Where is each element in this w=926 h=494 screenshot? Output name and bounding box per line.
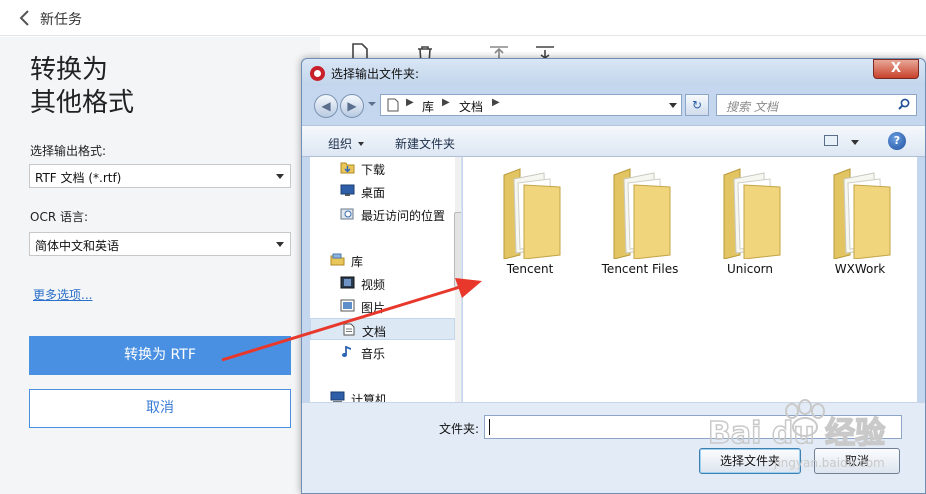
move-down-icon[interactable] bbox=[535, 45, 555, 59]
refresh-icon[interactable]: ↻ bbox=[685, 94, 709, 116]
close-button[interactable]: X bbox=[873, 59, 919, 79]
nav-item-libraries[interactable]: 库 bbox=[310, 249, 455, 271]
ocr-language-value: 简体中文和英语 bbox=[35, 239, 120, 253]
nav-label: 视频 bbox=[361, 278, 386, 292]
move-up-icon[interactable] bbox=[489, 45, 509, 59]
nav-item-recent-places[interactable]: 最近访问的位置 bbox=[310, 203, 455, 225]
back-icon[interactable]: ◀ bbox=[314, 94, 338, 118]
folder-name: Tencent Files bbox=[601, 262, 679, 276]
chevron-down-icon bbox=[358, 142, 365, 146]
folder-item[interactable]: Tencent Files bbox=[590, 157, 690, 287]
recent-places-icon bbox=[340, 208, 354, 220]
nav-item-downloads[interactable]: 下载 bbox=[310, 157, 455, 179]
nav-item-computer[interactable]: 计算机 bbox=[310, 387, 455, 402]
chevron-down-icon bbox=[276, 174, 284, 179]
folder-icon bbox=[613, 168, 671, 259]
nav-label: 下载 bbox=[361, 163, 386, 177]
desktop-icon bbox=[340, 184, 355, 196]
page-title: 新任务 bbox=[40, 12, 82, 28]
panel-headline: 转换为 其他格式 bbox=[30, 54, 134, 120]
ocr-language-select[interactable]: 简体中文和英语 bbox=[29, 232, 291, 256]
search-icon[interactable] bbox=[898, 98, 910, 110]
headline-line-1: 转换为 bbox=[30, 55, 109, 85]
output-format-label: 选择输出格式: bbox=[30, 144, 107, 158]
address-row: ◀ ▶ ▶ 库 ▶ 文档 ▶ ↻ 搜索 文档 bbox=[302, 86, 925, 124]
address-bar[interactable]: ▶ 库 ▶ 文档 ▶ bbox=[380, 94, 682, 116]
organize-label: 组织 bbox=[328, 137, 353, 151]
folder-name: Tencent bbox=[506, 262, 554, 276]
nav-label: 音乐 bbox=[361, 347, 386, 361]
breadcrumb-separator-icon: ▶ bbox=[492, 97, 500, 108]
address-dropdown-icon[interactable] bbox=[669, 103, 677, 108]
folder-field-label: 文件夹: bbox=[439, 422, 480, 436]
app-header: 新任务 bbox=[0, 0, 926, 36]
command-bar: 组织 新建文件夹 ? bbox=[302, 125, 925, 157]
output-format-select[interactable]: RTF 文档 (*.rtf) bbox=[29, 164, 291, 188]
folder-name: Unicorn bbox=[727, 262, 773, 276]
folder-item[interactable]: Tencent bbox=[480, 157, 580, 287]
folder-item[interactable]: Unicorn bbox=[700, 157, 800, 287]
video-icon bbox=[340, 276, 355, 289]
computer-icon bbox=[330, 391, 345, 402]
pictures-icon bbox=[340, 299, 355, 312]
folder-icon bbox=[833, 168, 891, 259]
recent-locations-dropdown-icon[interactable] bbox=[368, 102, 376, 106]
nav-label: 桌面 bbox=[361, 186, 386, 200]
organize-menu[interactable]: 组织 bbox=[328, 135, 365, 152]
search-input[interactable]: 搜索 文档 bbox=[716, 94, 917, 116]
nav-item-documents[interactable]: 文档 bbox=[310, 318, 455, 340]
document-icon bbox=[387, 98, 399, 112]
ocr-language-label: OCR 语言: bbox=[30, 210, 89, 224]
scroll-thumb[interactable] bbox=[454, 212, 461, 287]
help-icon[interactable]: ? bbox=[888, 132, 906, 150]
change-view-icon[interactable] bbox=[824, 135, 838, 146]
chevron-down-icon bbox=[276, 242, 284, 247]
folder-icon bbox=[723, 168, 781, 259]
back-arrow-icon[interactable] bbox=[18, 9, 32, 27]
watermark-url: jingyan.baidu.com bbox=[773, 456, 885, 470]
navigation-pane: 下载 桌面 最近访问的位置 库 视频 图片 文档 音乐 计算机 bbox=[310, 157, 462, 402]
music-icon bbox=[342, 346, 351, 357]
new-folder-button[interactable]: 新建文件夹 bbox=[395, 135, 455, 152]
nav-label: 图片 bbox=[361, 301, 386, 315]
forward-icon[interactable]: ▶ bbox=[340, 94, 364, 118]
cancel-button[interactable]: 取消 bbox=[29, 389, 291, 428]
dialog-titlebar[interactable]: 选择输出文件夹: X bbox=[302, 59, 925, 86]
app-logo-icon bbox=[310, 66, 325, 81]
breadcrumb-separator-icon: ▶ bbox=[442, 97, 450, 108]
watermark-text: Bai du 经验 bbox=[708, 416, 885, 451]
text-caret bbox=[489, 419, 490, 435]
nav-label: 最近访问的位置 bbox=[361, 209, 446, 223]
output-format-value: RTF 文档 (*.rtf) bbox=[35, 171, 122, 185]
breadcrumb-separator-icon: ▶ bbox=[406, 97, 414, 108]
breadcrumb-documents[interactable]: 文档 bbox=[459, 98, 483, 115]
folder-name: WXWork bbox=[834, 262, 886, 276]
nav-scrollbar[interactable] bbox=[454, 157, 461, 402]
baidu-watermark: Bai du 经验 jingyan.baidu.com bbox=[708, 399, 886, 470]
folder-content-pane: Tencent Tencent Files Unicorn WXWork bbox=[463, 157, 917, 402]
nav-item-desktop[interactable]: 桌面 bbox=[310, 180, 455, 202]
nav-item-music[interactable]: 音乐 bbox=[310, 341, 455, 363]
nav-item-pictures[interactable]: 图片 bbox=[310, 295, 455, 317]
convert-button[interactable]: 转换为 RTF bbox=[29, 336, 291, 375]
conversion-settings-panel: 转换为 其他格式 选择输出格式: RTF 文档 (*.rtf) OCR 语言: … bbox=[0, 37, 320, 494]
nav-label: 文档 bbox=[362, 325, 387, 339]
nav-label: 库 bbox=[351, 255, 364, 269]
nav-label: 计算机 bbox=[351, 393, 388, 402]
dialog-title: 选择输出文件夹: bbox=[331, 67, 420, 81]
view-options-dropdown-icon[interactable] bbox=[851, 140, 859, 145]
headline-line-2: 其他格式 bbox=[30, 88, 135, 118]
folder-icon bbox=[503, 168, 561, 259]
nav-item-videos[interactable]: 视频 bbox=[310, 272, 455, 294]
download-folder-icon bbox=[340, 162, 355, 174]
more-options-link[interactable]: 更多选项... bbox=[33, 286, 92, 303]
folder-item[interactable]: WXWork bbox=[810, 157, 910, 287]
breadcrumb-library[interactable]: 库 bbox=[422, 98, 434, 115]
documents-icon bbox=[343, 323, 355, 336]
library-icon bbox=[330, 253, 345, 266]
search-placeholder: 搜索 文档 bbox=[726, 100, 778, 114]
